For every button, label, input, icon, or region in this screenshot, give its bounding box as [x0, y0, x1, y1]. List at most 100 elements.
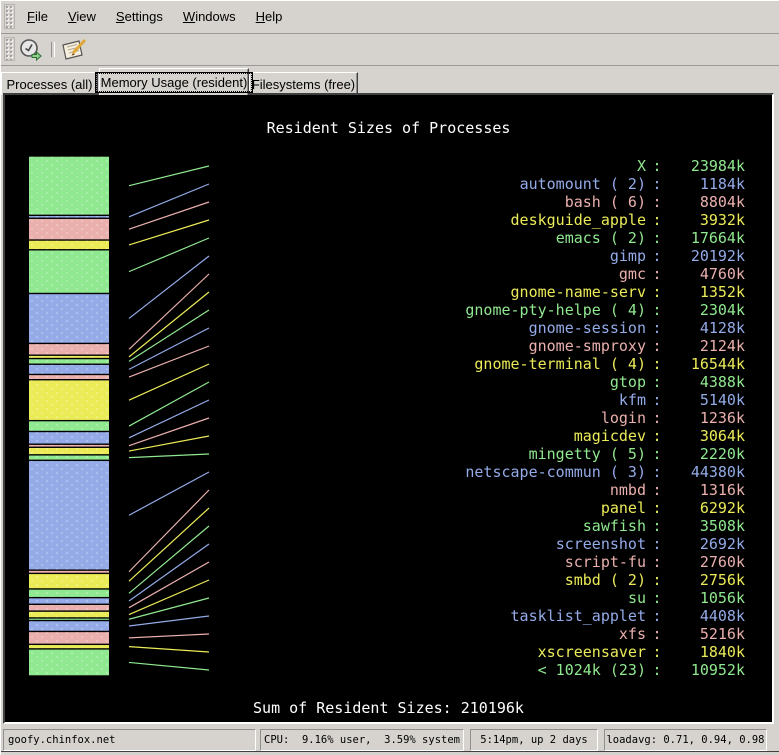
menu-windows[interactable]: Windows: [173, 5, 246, 28]
process-row: X:23984k: [5, 157, 772, 175]
process-row: screenshot:2692k: [5, 535, 772, 553]
process-name: netscape-commun ( 3): [226, 463, 646, 481]
process-name: mingetty ( 5): [226, 445, 646, 463]
process-value: 1184k: [615, 175, 745, 193]
process-row: bash ( 6):8804k: [5, 193, 772, 211]
menu-help-accel: H: [256, 9, 265, 24]
menu-settings[interactable]: Settings: [106, 5, 173, 28]
process-row: gnome-pty-helpe ( 4):2304k: [5, 301, 772, 319]
process-name: sawfish: [226, 517, 646, 535]
tab-filesystems[interactable]: Filesystems (free): [249, 72, 358, 95]
process-value: 17664k: [615, 229, 745, 247]
process-value: 1352k: [615, 283, 745, 301]
process-name: panel: [226, 499, 646, 517]
process-value: 2220k: [615, 445, 745, 463]
menu-file-rest: ile: [35, 9, 48, 24]
process-name: script-fu: [226, 553, 646, 571]
menu-file-accel: F: [27, 9, 35, 24]
timer-clock-icon: [19, 38, 45, 62]
process-value: 3932k: [615, 211, 745, 229]
status-loadavg: loadavg: 0.71, 0.94, 0.98: [604, 729, 767, 751]
process-row: gnome-name-serv:1352k: [5, 283, 772, 301]
menu-windows-accel: W: [183, 9, 195, 24]
toolbar-grip-handle[interactable]: [4, 37, 15, 61]
process-row: emacs ( 2):17664k: [5, 229, 772, 247]
memory-usage-chart: Resident Sizes of Processes X:23984kauto…: [3, 93, 774, 724]
chart-sum-label: Sum of Resident Sizes: 210196k: [5, 699, 772, 717]
process-value: 2304k: [615, 301, 745, 319]
menubar-grip-handle[interactable]: [4, 4, 15, 29]
process-name: gnome-pty-helpe ( 4): [226, 301, 646, 319]
process-name: automount ( 2): [226, 175, 646, 193]
window-bottom-edge: [1, 751, 779, 755]
edit-note-icon: [60, 38, 88, 62]
process-name: smbd ( 2): [226, 571, 646, 589]
process-row: automount ( 2):1184k: [5, 175, 772, 193]
loadavg-text: loadavg: 0.71, 0.94, 0.98: [606, 730, 764, 750]
process-row: panel:6292k: [5, 499, 772, 517]
process-row: netscape-commun ( 3):44380k: [5, 463, 772, 481]
process-value: 1840k: [615, 643, 745, 661]
tab-filesystems-label: Filesystems (free): [252, 77, 355, 92]
process-row: su:1056k: [5, 589, 772, 607]
process-row: gimp:20192k: [5, 247, 772, 265]
process-row: deskguide_apple:3932k: [5, 211, 772, 229]
process-value: 3508k: [615, 517, 745, 535]
process-value: 1056k: [615, 589, 745, 607]
process-value: 20192k: [615, 247, 745, 265]
process-value: 8804k: [615, 193, 745, 211]
process-row: kfm:5140k: [5, 391, 772, 409]
process-value: 3064k: [615, 427, 745, 445]
process-row: smbd ( 2):2756k: [5, 571, 772, 589]
process-row: gnome-session:4128k: [5, 319, 772, 337]
tab-processes[interactable]: Processes (all): [1, 72, 98, 95]
process-row: mingetty ( 5):2220k: [5, 445, 772, 463]
uptime-text: 5:14pm, up 2 days: [480, 730, 587, 750]
menu-items: File View Settings Windows Help: [17, 1, 292, 32]
process-row: tasklist_applet:4408k: [5, 607, 772, 625]
process-name: screenshot: [226, 535, 646, 553]
menu-view-rest: iew: [76, 9, 96, 24]
menu-view[interactable]: View: [58, 5, 106, 28]
process-row: xfs:5216k: [5, 625, 772, 643]
menu-windows-rest: indows: [195, 9, 235, 24]
process-row: sawfish:3508k: [5, 517, 772, 535]
menu-settings-accel: S: [116, 9, 125, 24]
process-value: 10952k: [615, 661, 745, 679]
process-value: 2124k: [615, 337, 745, 355]
timer-button[interactable]: [17, 37, 47, 63]
process-name: xfs: [226, 625, 646, 643]
process-name: kfm: [226, 391, 646, 409]
process-name: gnome-name-serv: [226, 283, 646, 301]
tab-memory-usage[interactable]: Memory Usage (resident): [99, 68, 249, 95]
process-value: 44380k: [615, 463, 745, 481]
process-name: xscreensaver: [226, 643, 646, 661]
menu-bar: File View Settings Windows Help: [1, 1, 779, 34]
process-name: deskguide_apple: [226, 211, 646, 229]
process-name: < 1024k (23): [226, 661, 646, 679]
hostname-text: goofy.chinfox.net: [8, 730, 115, 750]
process-name: gmc: [226, 265, 646, 283]
process-value: 1236k: [615, 409, 745, 427]
process-value: 5216k: [615, 625, 745, 643]
process-row: gtop:4388k: [5, 373, 772, 391]
process-value: 16544k: [615, 355, 745, 373]
process-row: gnome-smproxy:2124k: [5, 337, 772, 355]
tab-memory-usage-label: Memory Usage (resident): [96, 73, 253, 92]
process-name: gtop: [226, 373, 646, 391]
process-value: 2756k: [615, 571, 745, 589]
process-value: 6292k: [615, 499, 745, 517]
process-name: gnome-terminal ( 4): [226, 355, 646, 373]
menu-settings-rest: ettings: [125, 9, 163, 24]
menu-file[interactable]: File: [17, 5, 58, 28]
process-name: X: [226, 157, 646, 175]
cpu-text: CPU: 9.16% user, 3.59% system: [264, 730, 460, 750]
tab-processes-label: Processes (all): [7, 77, 93, 92]
status-hostname: goofy.chinfox.net: [3, 729, 256, 751]
properties-button[interactable]: [59, 37, 89, 63]
process-row: magicdev:3064k: [5, 427, 772, 445]
menu-help[interactable]: Help: [246, 5, 293, 28]
status-cpu: CPU: 9.16% user, 3.59% system: [260, 729, 464, 751]
process-value: 5140k: [615, 391, 745, 409]
toolbar-separator: [51, 42, 55, 57]
